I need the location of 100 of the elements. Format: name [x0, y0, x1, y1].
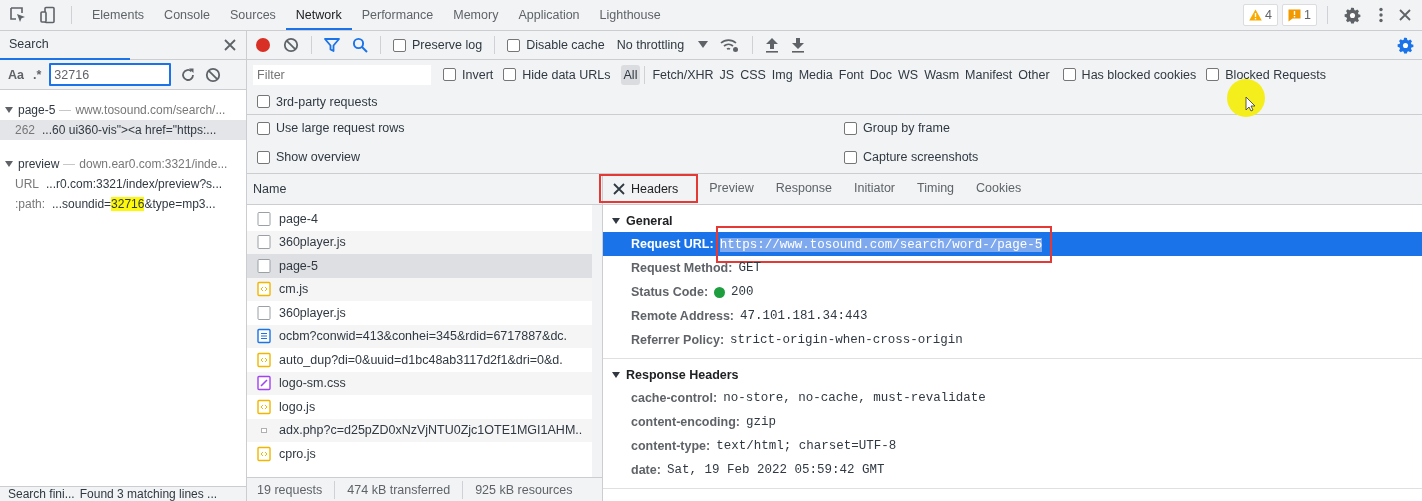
detail-tab[interactable]: Response: [764, 173, 843, 205]
clear-icon[interactable]: [283, 37, 299, 53]
expand-arrow-icon[interactable]: [611, 216, 621, 226]
status-text: Found 3 matching lines ...: [79, 487, 218, 501]
request-name[interactable]: page-5: [279, 258, 318, 273]
type-filter-button[interactable]: JS: [716, 64, 738, 85]
warnings-badge[interactable]: 4: [1243, 4, 1279, 26]
panel-tab[interactable]: Performance: [351, 0, 444, 30]
section-title[interactable]: Response Headers: [626, 368, 739, 382]
list-file-icon: [257, 328, 271, 345]
close-icon[interactable]: [613, 183, 625, 195]
line-label: URL: [15, 177, 39, 191]
more-icon[interactable]: [1379, 7, 1383, 23]
request-name[interactable]: logo.js: [279, 399, 316, 414]
download-icon[interactable]: [791, 37, 806, 53]
match-text[interactable]: ...r0.com:3321/index/preview?s...: [46, 177, 223, 191]
request-name[interactable]: logo-sm.css: [279, 376, 346, 391]
header-name: content-type:: [631, 439, 711, 453]
type-filter-button[interactable]: Manifest: [962, 64, 1016, 85]
file-icon: [257, 210, 271, 227]
request-name[interactable]: 360player.js: [279, 305, 346, 320]
expand-arrow-icon[interactable]: [4, 105, 14, 115]
section-title[interactable]: General: [626, 214, 673, 228]
file-icon: [257, 304, 271, 321]
regex-button[interactable]: .*: [33, 67, 42, 82]
header-value: Sat, 19 Feb 2022 05:59:42 GMT: [666, 463, 885, 477]
inspect-icon[interactable]: [9, 6, 27, 24]
result-url: down.ear0.com:3321/inde...: [79, 157, 228, 171]
request-name[interactable]: 360player.js: [279, 235, 346, 250]
panel-tab[interactable]: Memory: [443, 0, 509, 30]
script-file-icon: [257, 398, 271, 415]
checkbox[interactable]: Invert: [443, 67, 494, 82]
header-value: strict-origin-when-cross-origin: [730, 333, 963, 347]
request-name[interactable]: auto_dup?di=0&uuid=d1bc48ab3117d2f1&dri=0&d.: [279, 352, 563, 367]
checkbox[interactable]: Has blocked cookies: [1062, 67, 1197, 82]
settings-icon[interactable]: [1344, 6, 1361, 24]
type-filter-button[interactable]: CSS: [737, 64, 769, 85]
filter-field[interactable]: Filter: [253, 64, 431, 85]
script-file-icon: [257, 281, 271, 298]
cursor-highlight-drawing: [1226, 78, 1266, 118]
detail-tab[interactable]: Preview: [698, 173, 765, 205]
type-filter-button[interactable]: Other: [1015, 64, 1053, 85]
warning-icon: [1249, 9, 1263, 21]
checkbox[interactable]: Capture screenshots: [844, 150, 979, 165]
filter-icon[interactable]: [324, 37, 340, 53]
record-icon[interactable]: [255, 37, 271, 53]
request-name[interactable]: page-4: [279, 211, 318, 226]
settings-icon[interactable]: [1397, 36, 1414, 54]
checkbox[interactable]: Show overview: [257, 150, 361, 165]
line-label: :path:: [15, 197, 46, 211]
result-file-name[interactable]: page-5: [18, 103, 56, 117]
upload-icon[interactable]: [765, 37, 780, 53]
wifi-settings-icon[interactable]: [720, 37, 741, 53]
type-filter-button[interactable]: Wasm: [921, 64, 963, 85]
type-filter-button[interactable]: Fetch/XHR: [649, 64, 717, 85]
type-filter-button[interactable]: All: [620, 64, 641, 85]
detail-tab[interactable]: Headers: [599, 174, 699, 203]
type-filter-button[interactable]: Media: [795, 64, 836, 85]
result-file-name[interactable]: preview: [18, 157, 60, 171]
checkbox[interactable]: Preserve log: [393, 38, 483, 52]
checkbox[interactable]: Group by frame: [844, 121, 950, 136]
match-text[interactable]: ...60 ui360-vis"><a href="https:...: [42, 123, 217, 137]
panel-tab[interactable]: Sources: [220, 0, 286, 30]
refresh-icon[interactable]: [180, 66, 197, 83]
throttling-select[interactable]: No throttling: [616, 38, 709, 52]
expand-arrow-icon[interactable]: [4, 159, 14, 169]
search-field[interactable]: 32716: [49, 63, 172, 86]
header-name: date:: [631, 463, 661, 477]
issues-badge[interactable]: 1: [1282, 4, 1317, 26]
message-icon: [1288, 8, 1302, 22]
detail-tab[interactable]: Cookies: [965, 173, 1033, 205]
device-icon[interactable]: [39, 6, 57, 24]
request-name[interactable]: cm.js: [279, 282, 309, 297]
close-icon[interactable]: [224, 39, 236, 51]
type-filter-button[interactable]: Doc: [866, 64, 895, 85]
close-icon[interactable]: [1399, 9, 1411, 21]
panel-tab[interactable]: Application: [508, 0, 590, 30]
request-name[interactable]: cpro.js: [279, 446, 316, 461]
column-header[interactable]: Name: [253, 182, 287, 196]
checkbox[interactable]: Use large request rows: [257, 121, 405, 136]
checkbox[interactable]: Disable cache: [507, 38, 605, 52]
checkbox[interactable]: 3rd-party requests: [257, 94, 378, 109]
panel-tab[interactable]: Elements: [82, 0, 155, 30]
line-label: 262: [15, 123, 36, 137]
search-icon[interactable]: [352, 37, 368, 53]
header-value: 47.101.181.34:443: [740, 309, 868, 323]
type-filter-button[interactable]: Img: [768, 64, 796, 85]
file-icon: [257, 257, 271, 274]
detail-tab[interactable]: Timing: [906, 173, 966, 205]
script-file-icon: [257, 445, 271, 462]
type-filter-button[interactable]: Font: [835, 64, 867, 85]
type-filter-button[interactable]: WS: [895, 64, 922, 85]
panel-tab[interactable]: Lighthouse: [589, 0, 671, 30]
checkbox[interactable]: Hide data URLs: [503, 67, 611, 82]
match-case-button[interactable]: Aa: [8, 67, 24, 82]
checkbox[interactable]: Blocked Requests: [1206, 67, 1327, 82]
clear-icon[interactable]: [205, 66, 222, 83]
detail-tab[interactable]: Initiator: [843, 173, 906, 205]
expand-arrow-icon[interactable]: [611, 370, 621, 380]
panel-tab[interactable]: Console: [154, 0, 220, 30]
